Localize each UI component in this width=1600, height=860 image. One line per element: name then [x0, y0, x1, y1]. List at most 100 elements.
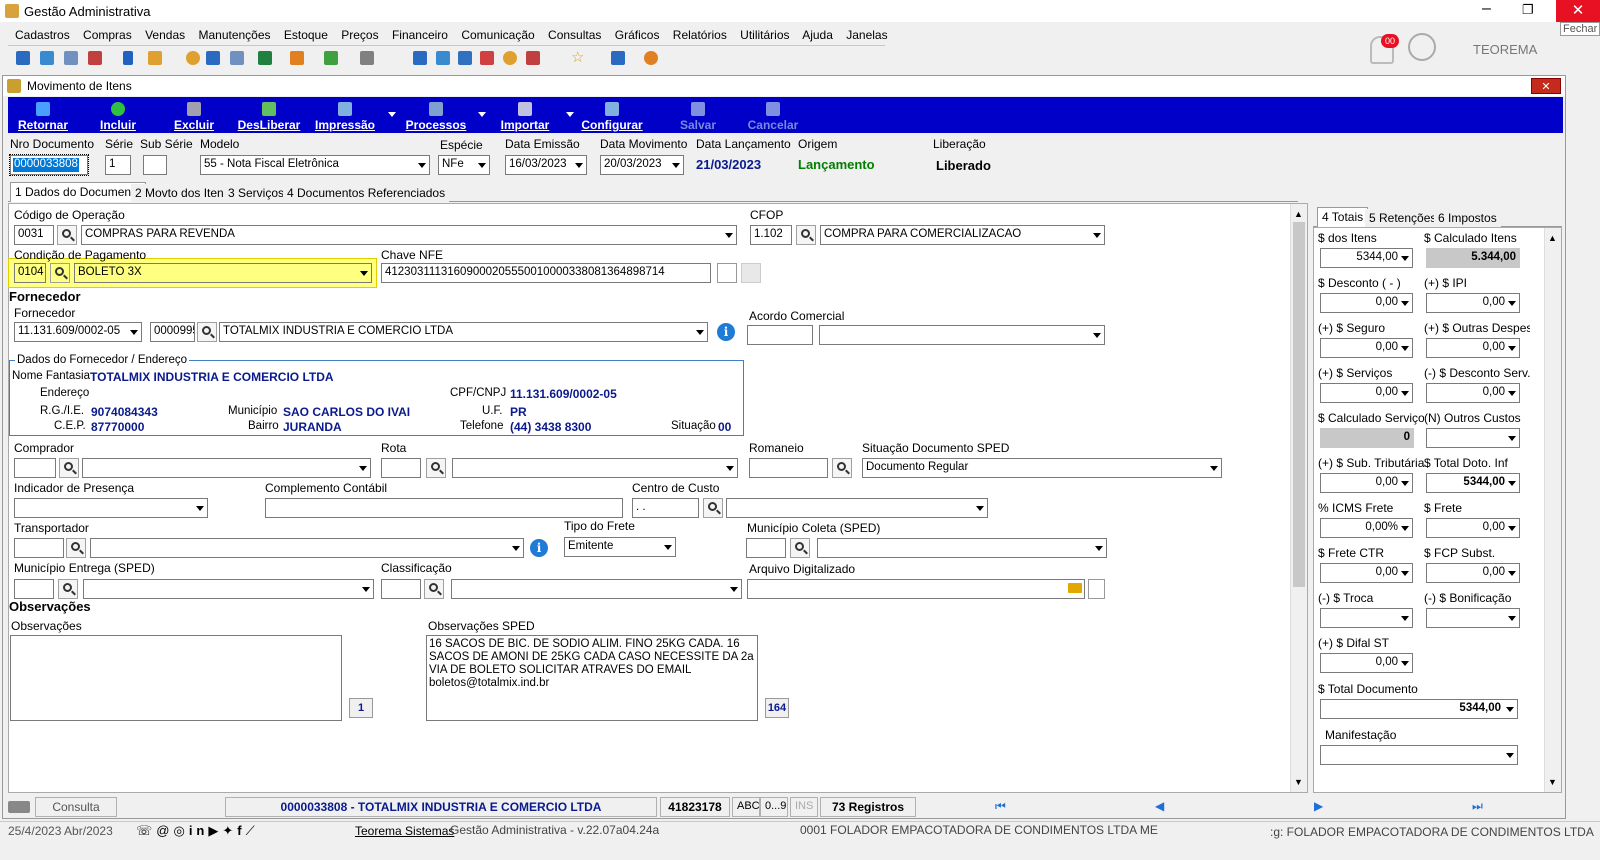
outras-input[interactable]: 0,00: [1426, 338, 1520, 358]
centro-custo-select[interactable]: [726, 498, 988, 518]
menu-vendas[interactable]: Vendas: [145, 28, 185, 42]
tab-dados-documento[interactable]: 1 Dados do Documento: [10, 182, 147, 202]
especie-select[interactable]: NFe: [438, 155, 490, 175]
tool-icon[interactable]: [290, 51, 304, 65]
centro-custo-input[interactable]: . .: [632, 498, 699, 518]
romaneio-input[interactable]: [749, 458, 828, 478]
scroll-up-icon[interactable]: ▲: [1548, 233, 1557, 243]
tool-icon[interactable]: [206, 51, 220, 65]
obs-textarea[interactable]: [10, 635, 342, 721]
icms-frete-input[interactable]: 0,00%: [1320, 518, 1413, 538]
cod-operacao-select[interactable]: COMPRAS PARA REVENDA: [81, 225, 737, 245]
tool-icon[interactable]: [16, 51, 30, 65]
acordo-select[interactable]: [819, 325, 1105, 345]
scroll-down-icon[interactable]: ▼: [1548, 777, 1557, 787]
arquivo-input[interactable]: [747, 579, 1085, 599]
outros-custos-input[interactable]: [1426, 428, 1520, 448]
twitter-icon[interactable]: ✦: [222, 823, 237, 838]
desc-serv-input[interactable]: 0,00: [1426, 383, 1520, 403]
classificacao-select[interactable]: [451, 579, 742, 599]
impressao-button[interactable]: Impressão: [312, 102, 378, 132]
linkedin-icon[interactable]: in: [189, 823, 209, 838]
menu-estoque[interactable]: Estoque: [284, 28, 328, 42]
tab-totais[interactable]: 4 Totais: [1317, 207, 1369, 227]
window-close-button[interactable]: ✕: [1531, 78, 1561, 94]
star-icon[interactable]: ☆: [571, 48, 584, 66]
chave-nfe-input[interactable]: 4123031113160900020555001000033808136489…: [381, 263, 711, 283]
total-doc-input[interactable]: 5344,00: [1320, 699, 1518, 719]
tab-documentos-referenciados[interactable]: 4 Documentos Referenciados: [283, 184, 450, 202]
classificacao-cod-input[interactable]: [381, 579, 421, 599]
cfop-input[interactable]: 1.102: [750, 225, 792, 245]
tool-icon[interactable]: [258, 51, 272, 65]
manifestacao-select[interactable]: [1320, 745, 1518, 765]
bonif-input[interactable]: [1426, 608, 1520, 628]
compl-contabil-input[interactable]: [265, 498, 623, 518]
serie-input[interactable]: 1: [105, 155, 131, 175]
tool-icon[interactable]: [324, 51, 338, 65]
tab-retencoes[interactable]: 5 Retenções: [1365, 209, 1441, 227]
transportador-select[interactable]: [90, 538, 524, 558]
processos-button[interactable]: Processos: [404, 102, 468, 132]
centro-custo-search-icon[interactable]: [703, 498, 723, 518]
total-doto-input[interactable]: 5344,00: [1426, 473, 1520, 493]
tool-icon[interactable]: [40, 51, 54, 65]
tool-icon[interactable]: [123, 51, 133, 65]
frete-input[interactable]: 0,00: [1426, 518, 1520, 538]
retornar-button[interactable]: Retornar: [15, 102, 71, 132]
data-movimento-input[interactable]: 20/03/2023: [600, 155, 684, 175]
cond-pag-search-icon[interactable]: [50, 263, 70, 283]
comprador-search-icon[interactable]: [59, 458, 79, 478]
facebook-icon[interactable]: f: [237, 823, 245, 838]
impressao-dropdown-icon[interactable]: [388, 112, 396, 117]
desliberar-button[interactable]: DesLiberar: [236, 102, 302, 132]
cod-operacao-input[interactable]: 0031: [14, 225, 54, 245]
menu-janelas[interactable]: Janelas: [846, 28, 887, 42]
mun-coleta-cod-input[interactable]: [746, 538, 786, 558]
subserie-input[interactable]: [143, 155, 167, 175]
prev-record-button[interactable]: ◀: [1155, 799, 1164, 813]
tipo-frete-select[interactable]: Emitente: [564, 537, 676, 557]
teorema-logo-icon[interactable]: ⟋: [246, 823, 259, 838]
cfop-search-icon[interactable]: [796, 225, 816, 245]
tool-icon[interactable]: [148, 51, 162, 65]
transportador-search-icon[interactable]: [66, 538, 86, 558]
mun-entrega-cod-input[interactable]: [14, 579, 54, 599]
importar-dropdown-icon[interactable]: [566, 112, 574, 117]
comprador-select[interactable]: [82, 458, 371, 478]
last-record-button[interactable]: ⏭: [1472, 799, 1483, 814]
processos-dropdown-icon[interactable]: [478, 112, 486, 117]
close-button[interactable]: ✕: [1556, 0, 1600, 22]
difal-input[interactable]: 0,00: [1320, 653, 1413, 673]
salvar-button[interactable]: Salvar: [676, 102, 720, 132]
configurar-button[interactable]: Configurar: [580, 102, 644, 132]
classificacao-search-icon[interactable]: [424, 579, 444, 599]
transportador-cod-input[interactable]: [14, 538, 64, 558]
rota-select[interactable]: [452, 458, 738, 478]
tool-icon[interactable]: [436, 51, 450, 65]
tool-icon[interactable]: [64, 51, 78, 65]
frete-ctr-input[interactable]: 0,00: [1320, 563, 1413, 583]
document-icon[interactable]: [1088, 579, 1105, 599]
menu-financeiro[interactable]: Financeiro: [392, 28, 448, 42]
transportador-info-icon[interactable]: i: [530, 539, 548, 557]
comprador-cod-input[interactable]: [14, 458, 56, 478]
tool-icon[interactable]: [413, 51, 427, 65]
menu-utilitarios[interactable]: Utilitários: [740, 28, 789, 42]
cancelar-button[interactable]: Cancelar: [745, 102, 801, 132]
minimize-button[interactable]: –: [1482, 0, 1491, 18]
cod-operacao-search-icon[interactable]: [57, 225, 77, 245]
cond-pag-input[interactable]: 0104: [14, 263, 46, 283]
tool-icon[interactable]: [503, 51, 517, 65]
fornecedor-nome-select[interactable]: TOTALMIX INDUSTRIA E COMERCIO LTDA: [219, 322, 708, 342]
mun-coleta-search-icon[interactable]: [790, 538, 810, 558]
fornecedor-cod-input[interactable]: 0000995: [150, 322, 195, 342]
footer-teorema-link[interactable]: Teorema Sistemas: [355, 824, 454, 838]
menu-manutencoes[interactable]: Manutenções: [198, 28, 270, 42]
menu-relatorios[interactable]: Relatórios: [673, 28, 727, 42]
next-record-button[interactable]: ▶: [1314, 799, 1323, 813]
incluir-button[interactable]: Incluir: [95, 102, 141, 132]
fornecedor-info-icon[interactable]: i: [717, 323, 735, 341]
mun-entrega-search-icon[interactable]: [58, 579, 78, 599]
sit-sped-select[interactable]: Documento Regular: [862, 458, 1222, 478]
